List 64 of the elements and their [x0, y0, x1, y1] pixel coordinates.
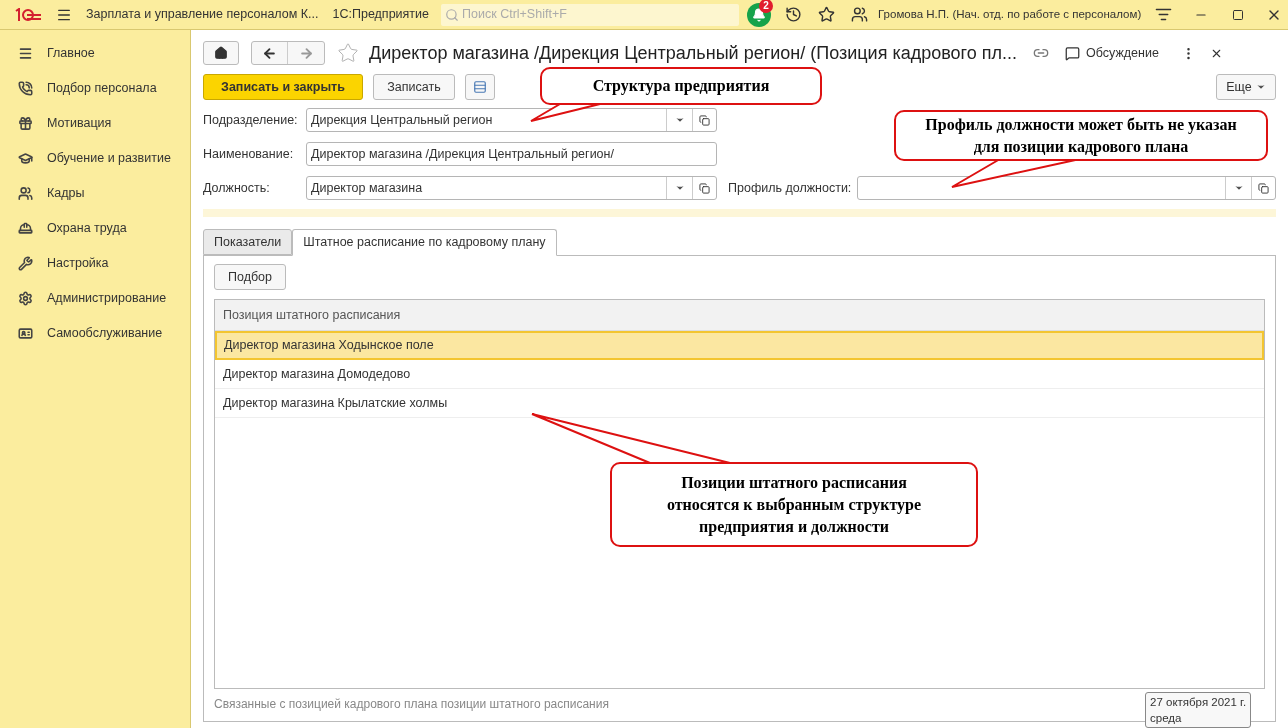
phone-icon — [18, 81, 33, 96]
more-button[interactable]: Еще — [1216, 74, 1276, 100]
sidebar-item[interactable]: Администрирование — [0, 281, 190, 316]
sidebar-item[interactable]: Настройка — [0, 246, 190, 281]
sidebar-item[interactable]: Самообслуживание — [0, 316, 190, 351]
field-label: Должность: — [203, 179, 271, 197]
table-cell[interactable]: Директор магазина Домодедово — [215, 360, 1264, 389]
search-icon — [445, 7, 459, 22]
user-name[interactable]: Громова Н.П. (Нач. отд. по работе с персоналом) — [878, 5, 1142, 24]
home-button[interactable] — [203, 41, 239, 65]
window-title: Директор магазина /Дирекция Центральный регион/ (Позиция кадрового пл... — [369, 41, 1017, 65]
user-icon[interactable] — [851, 6, 868, 23]
field-label: Профиль должности: — [728, 179, 853, 197]
id-card-icon — [18, 326, 33, 341]
input-field[interactable]: Директор магазина /Дирекция Центральный регион/ — [306, 142, 717, 166]
menu-icon — [18, 46, 33, 61]
list-icon — [473, 80, 487, 94]
caret-icon — [674, 115, 685, 125]
app-title: Зарплата и управление персоналом К... — [86, 6, 319, 24]
sidebar-item[interactable]: Подбор персонала — [0, 71, 190, 106]
report-button[interactable] — [465, 74, 495, 100]
settings-icon — [18, 291, 33, 306]
open-icon — [699, 114, 710, 126]
sidebar-item[interactable]: Кадры — [0, 176, 190, 211]
chat-icon — [1065, 45, 1080, 61]
bell-icon — [752, 7, 766, 22]
options-icon[interactable] — [1155, 6, 1173, 23]
star-icon[interactable] — [818, 6, 835, 23]
sidebar-item[interactable]: Обучение и развитие — [0, 141, 190, 176]
caret-icon — [674, 183, 685, 193]
platform-name: 1С:Предприятие — [332, 6, 429, 24]
date-tooltip: 27 октября 2021 г. среда — [1145, 692, 1252, 728]
tab[interactable]: Штатное расписание по кадровому плану — [292, 229, 557, 256]
field-label: Подразделение: — [203, 111, 299, 129]
maximize-icon[interactable] — [1232, 8, 1245, 21]
logo-icon — [14, 7, 42, 22]
people-icon — [18, 186, 33, 201]
dropdown-field[interactable]: Директор магазина — [306, 176, 717, 200]
save-and-close-button[interactable]: Записать и закрыть — [203, 74, 363, 100]
table-caption: Связанные с позицией кадрового плана позиции штатного расписания — [214, 696, 609, 713]
save-button[interactable]: Записать — [373, 74, 455, 100]
open-icon — [699, 182, 710, 194]
wrench-icon — [18, 256, 33, 271]
discussion-button[interactable]: Обсуждение — [1065, 43, 1159, 63]
field-label: Наименование: — [203, 145, 295, 163]
table-cell[interactable]: Директор магазина Крылатские холмы — [215, 389, 1264, 418]
notification-badge: 2 — [759, 0, 773, 13]
graduation-cap-icon — [18, 151, 33, 166]
open-icon — [1258, 182, 1269, 194]
tab[interactable]: Показатели — [203, 229, 293, 255]
caret-icon — [1233, 183, 1244, 193]
gift-icon — [18, 116, 33, 131]
star-icon[interactable] — [337, 42, 359, 64]
home-icon — [214, 46, 228, 60]
sidebar-item[interactable]: Главное — [0, 36, 190, 71]
helmet-icon — [18, 221, 33, 236]
caret-icon — [1255, 82, 1266, 92]
pick-button[interactable]: Подбор — [214, 264, 286, 290]
sidebar-item[interactable]: Мотивация — [0, 106, 190, 141]
column-header[interactable]: Позиция штатного расписания — [215, 300, 1264, 331]
history-icon[interactable] — [785, 6, 802, 23]
arrow-right-icon — [298, 45, 314, 61]
table-cell[interactable]: Директор магазина Ходынское поле — [215, 331, 1264, 360]
sidebar-item[interactable]: Охрана труда — [0, 211, 190, 246]
